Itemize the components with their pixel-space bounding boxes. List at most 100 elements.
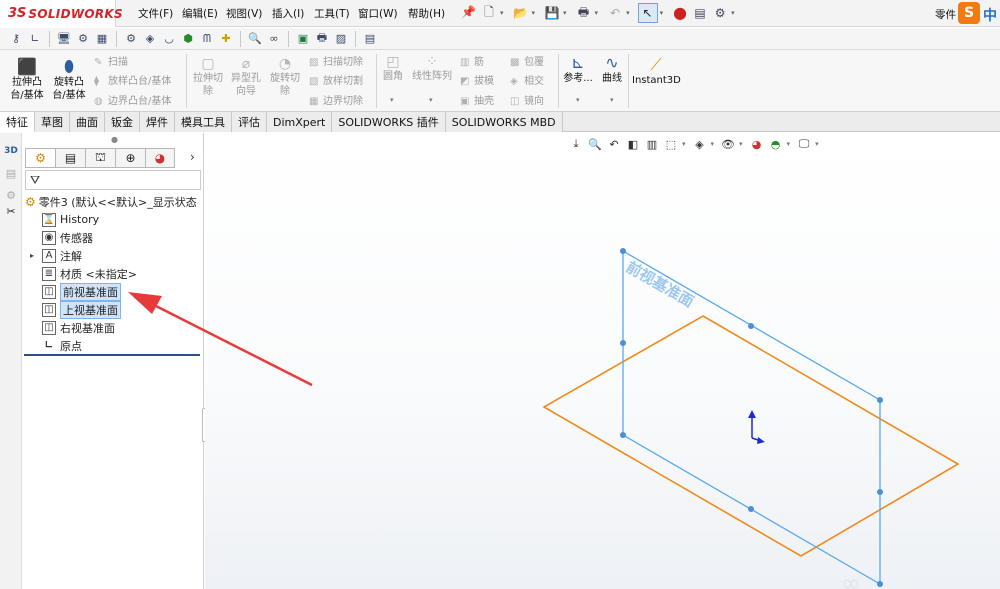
tree-item-6[interactable]: ◫ 右视基准面 [42, 319, 115, 336]
front-plane-corner-handle[interactable] [620, 248, 626, 254]
menu-window[interactable]: 窗口(W) [358, 6, 398, 21]
undo-icon[interactable]: ↶ [606, 4, 624, 22]
bowl-icon[interactable]: ◡ [161, 31, 177, 47]
reference-dropdown-icon[interactable]: ▾ [576, 96, 580, 104]
curves-button[interactable]: ∿ 曲线 [598, 54, 626, 85]
menu-view[interactable]: 视图(V) [226, 6, 262, 21]
tree-filter-input[interactable]: ⛛ [25, 170, 201, 190]
menu-help[interactable]: 帮助(H) [408, 6, 445, 21]
menu-file[interactable]: 文件(F) [138, 6, 173, 21]
image-export-icon[interactable]: ▨ [333, 31, 349, 47]
featuremanager-tab-icon[interactable]: ⚙ [25, 148, 55, 168]
solidworks-logo[interactable]: 3S SOLIDWORKS [0, 0, 123, 27]
intersect-button[interactable]: ◈ 相交 [510, 72, 544, 87]
front-plane-corner-handle[interactable] [877, 581, 883, 587]
document-icon[interactable]: ▤ [362, 31, 378, 47]
tab-9[interactable]: SOLIDWORKS MBD [445, 112, 563, 132]
options-gear-icon[interactable]: ⚙ [711, 4, 729, 22]
open-dropdown-icon[interactable]: ▾ [532, 9, 536, 17]
cube-icon[interactable]: ◈ [142, 31, 158, 47]
save-icon[interactable]: 💾 [543, 4, 561, 22]
panel-grip-icon[interactable]: ● [111, 135, 118, 144]
swept-cut-button[interactable]: ▨ 扫描切除 [309, 53, 363, 68]
file-properties-icon[interactable]: ▤ [691, 4, 709, 22]
pin-icon[interactable]: 📌 [461, 5, 476, 19]
front-plane-edge-handle[interactable] [877, 489, 883, 495]
monitor-icon[interactable]: 🖥 [56, 31, 72, 47]
boundary-boss-button[interactable]: ◍ 边界凸台/基体 [94, 92, 171, 107]
tree-item-3[interactable]: ≣ 材质 <未指定> [42, 265, 137, 282]
select-pointer-icon[interactable]: ↖ [637, 3, 658, 23]
rib-button[interactable]: ▥ 筋 [460, 53, 484, 68]
chevron-right-icon[interactable]: › [190, 150, 195, 164]
sogou-ime-icon[interactable]: S [958, 2, 980, 24]
tab-2[interactable]: 曲面 [70, 112, 105, 132]
top-plane[interactable] [542, 315, 960, 557]
front-plane-corner-handle[interactable] [877, 397, 883, 403]
options-dropdown-icon[interactable]: ▾ [731, 9, 735, 17]
tree-item-7[interactable]: ∟ 原点 [42, 337, 82, 354]
new-document-icon[interactable]: 🗋 [480, 4, 498, 22]
tab-6[interactable]: 评估 [232, 112, 267, 132]
sketch-angle-icon[interactable]: ∟ [27, 31, 43, 47]
glasses-icon[interactable]: ∞ [266, 31, 282, 47]
dimxpert-tab-icon[interactable]: ⊕ [115, 148, 145, 168]
instant3d-button[interactable]: ⟋ Instant3D [632, 56, 681, 87]
extrude-cut-button[interactable]: ▢ 拉伸切 除 [190, 56, 226, 98]
green-marker-icon[interactable]: ⬢ [180, 31, 196, 47]
linear-pattern-button[interactable]: ⁘ 线性阵列 [409, 54, 455, 83]
expand-arrow-icon[interactable]: ▸ [30, 251, 34, 260]
propertymanager-tab-icon[interactable]: ▤ [55, 148, 85, 168]
fillet-dropdown-icon[interactable]: ▾ [390, 96, 394, 104]
undo-dropdown-icon[interactable]: ▾ [626, 9, 630, 17]
lofted-cut-button[interactable]: ▧ 放样切割 [309, 72, 363, 87]
tab-7[interactable]: DimXpert [267, 112, 333, 132]
front-plane-corner-handle[interactable] [620, 432, 626, 438]
revolve-boss-button[interactable]: ⬮ 旋转凸 台/基体 [48, 58, 90, 102]
measure-search-icon[interactable]: 🔍 [247, 31, 263, 47]
fillet-button[interactable]: ◰ 圆角 [380, 54, 406, 83]
hole-wizard-button[interactable]: ⌀ 异型孔 向导 [228, 56, 264, 98]
tree-item-2[interactable]: A 注解 [42, 247, 82, 264]
library-icon[interactable]: ▤ [3, 165, 19, 181]
display-manager-tab-icon[interactable]: ◕ [145, 148, 175, 168]
reference-geometry-button[interactable]: ⊾ 参考... [561, 54, 595, 85]
printer-icon[interactable]: 🖶 [314, 31, 330, 47]
mirror-button[interactable]: ◫ 镜向 [510, 92, 544, 107]
tab-8[interactable]: SOLIDWORKS 插件 [332, 112, 446, 132]
select-dropdown-icon[interactable]: ▾ [660, 9, 664, 17]
menu-insert[interactable]: 插入(I) [272, 6, 304, 21]
3d-view-icon[interactable]: 3D [3, 143, 19, 159]
shell-button[interactable]: ▣ 抽壳 [460, 92, 494, 107]
loft-boss-button[interactable]: ⧫ 放样凸台/基体 [94, 72, 171, 87]
graphics-viewport[interactable]: ⤓ 🔍 ↶ ◧ ▥ ⬚ ▾ ◈ ▾ 👁 ▾ ◕ ◓ ▾ 🖵 ▾ 前视基准面 ∞ [205, 133, 1000, 589]
excel-icon[interactable]: ▣ [295, 31, 311, 47]
rebuild-traffic-light-icon[interactable]: ⬤ [671, 4, 689, 22]
extrude-boss-button[interactable]: ⬛ 拉伸凸 台/基体 [6, 58, 48, 102]
print-icon[interactable]: 🖶 [575, 4, 593, 22]
plus-yellow-icon[interactable]: ✚ [218, 31, 234, 47]
explorer-icon[interactable]: ⚙ [3, 187, 19, 203]
tab-4[interactable]: 焊件 [140, 112, 175, 132]
ime-chinese-indicator[interactable]: 中 [983, 5, 997, 25]
sweep-button[interactable]: ✎ 扫描 [94, 53, 128, 68]
tab-5[interactable]: 模具工具 [175, 112, 232, 132]
configurationmanager-tab-icon[interactable]: ⛫ [85, 148, 115, 168]
tree-item-5[interactable]: ◫ 上视基准面 [42, 300, 121, 319]
appearance-tools-icon[interactable]: ✂ [3, 203, 19, 219]
save-dropdown-icon[interactable]: ▾ [563, 9, 567, 17]
print-dropdown-icon[interactable]: ▾ [595, 9, 599, 17]
tree-item-4[interactable]: ◫ 前视基准面 [42, 282, 121, 301]
curves-dropdown-icon[interactable]: ▾ [610, 96, 614, 104]
boundary-cut-button[interactable]: ▦ 边界切除 [309, 92, 363, 107]
front-plane-edge-handle[interactable] [620, 340, 626, 346]
tab-1[interactable]: 草图 [35, 112, 70, 132]
revolve-cut-button[interactable]: ◔ 旋转切 除 [267, 56, 303, 98]
pattern-dropdown-icon[interactable]: ▾ [429, 96, 433, 104]
assembly-icon[interactable]: ⚙ [75, 31, 91, 47]
tab-3[interactable]: 钣金 [105, 112, 140, 132]
tab-0[interactable]: 特征 [0, 112, 35, 132]
comb-icon[interactable]: ᗰ [199, 31, 215, 47]
wrap-button[interactable]: ▩ 包覆 [510, 53, 544, 68]
front-plane-edge-handle[interactable] [748, 506, 754, 512]
